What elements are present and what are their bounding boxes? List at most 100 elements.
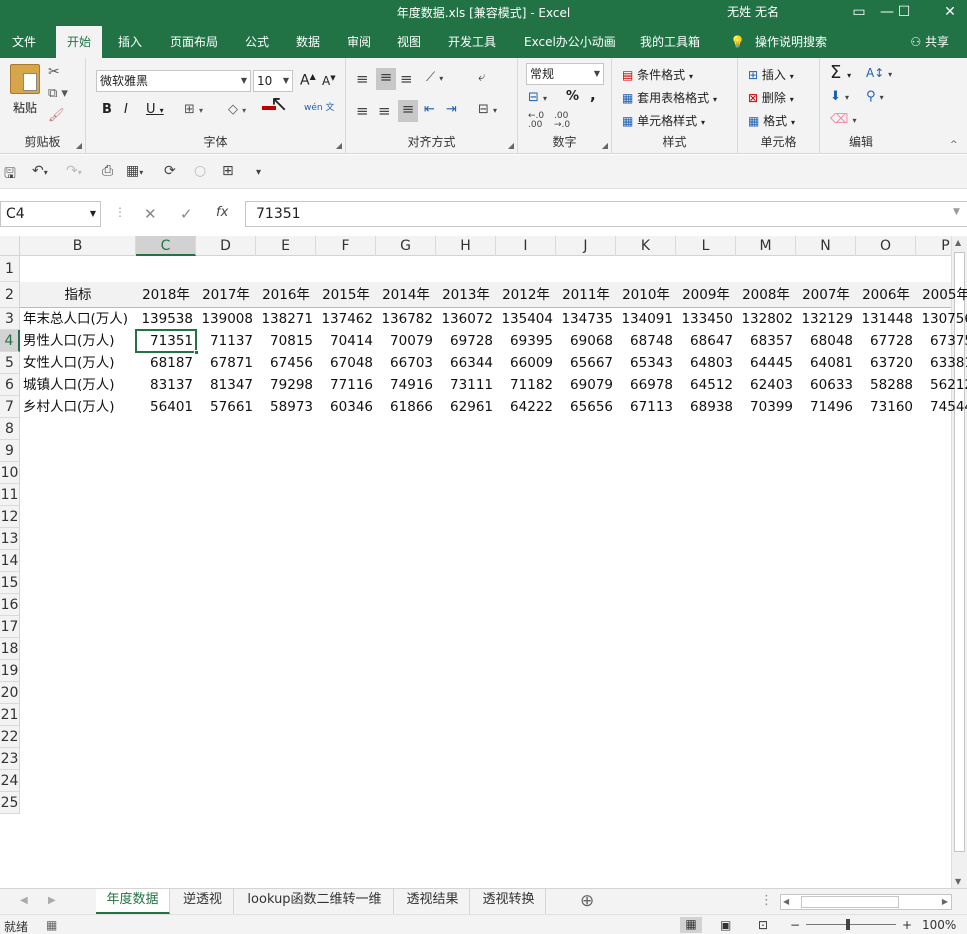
cell-value[interactable]: 67375 [916,330,967,352]
cell-value[interactable]: 74916 [376,374,436,396]
autosum-icon[interactable]: Σ ▾ [830,62,851,83]
conditional-format-button[interactable]: ▤ 条件格式 ▾ [622,66,693,83]
copy-icon[interactable]: ⧉ ▾ [48,86,68,101]
row-header-23[interactable]: 23 [0,748,20,770]
tab-2[interactable]: 插入 [118,26,142,58]
macro-record-icon[interactable]: ▦ [46,918,57,932]
column-header-H[interactable]: H [436,236,496,256]
cell-value[interactable]: 83137 [136,374,196,396]
cell-value[interactable]: 68938 [676,396,736,418]
sheet-tab-2[interactable]: lookup函数二维转一维 [236,889,394,914]
font-size-select[interactable]: 10 ▼ [253,70,293,92]
tab-3[interactable]: 页面布局 [170,26,218,58]
cell-value[interactable]: 130756 [916,308,967,330]
insert-button[interactable]: ⊞ 插入 ▾ [748,66,794,83]
align-middle-icon[interactable]: ≡ [376,68,396,90]
cell-value[interactable]: 56212 [916,374,967,396]
cell-year-header[interactable]: 2011年 [556,282,616,308]
column-header-J[interactable]: J [556,236,616,256]
find-icon[interactable]: ⚲ ▾ [866,89,884,104]
cell-value[interactable]: 70414 [316,330,376,352]
cell-value[interactable]: 64081 [796,352,856,374]
cell-value[interactable]: 67113 [616,396,676,418]
row-header-2[interactable]: 2 [0,282,20,308]
tab-11[interactable]: 操作说明搜索 [755,26,827,58]
cell-value[interactable]: 69728 [436,330,496,352]
dialog-launcher-icon[interactable]: ◢ [336,141,342,150]
cell-value[interactable]: 68187 [136,352,196,374]
row-header-17[interactable]: 17 [0,616,20,638]
cell-value[interactable]: 73111 [436,374,496,396]
column-header-I[interactable]: I [496,236,556,256]
row-header-14[interactable]: 14 [0,550,20,572]
bold-button[interactable]: B [102,102,112,117]
cell-value[interactable]: 132802 [736,308,796,330]
cell-value[interactable]: 68647 [676,330,736,352]
cell-year-header[interactable]: 2007年 [796,282,856,308]
cell-value[interactable]: 66978 [616,374,676,396]
worksheet-grid[interactable]: BCDEFGHIJKLMNOP ▲ ▼ 1 2 3 4 5 6 7 8 9 10 11 12 13 14 1… [0,236,967,888]
row-header-8[interactable]: 8 [0,418,20,440]
decrease-decimal-icon[interactable]: .00 →.0 [554,112,570,130]
pivot-icon[interactable]: ⊞ [222,163,234,179]
formula-input[interactable]: 71351 [245,201,967,227]
cell-value[interactable]: 79298 [256,374,316,396]
cell-value[interactable]: 63381 [916,352,967,374]
cell-year-header[interactable]: 2018年 [136,282,196,308]
cell-row-label[interactable]: 女性人口(万人) [20,352,136,374]
tab-8[interactable]: 开发工具 [448,26,496,58]
cell-row-label[interactable]: 城镇人口(万人) [20,374,136,396]
tab-0[interactable]: 文件 [12,26,36,58]
number-format-select[interactable]: 常规 ▼ [526,63,604,85]
cell-value[interactable]: 81347 [196,374,256,396]
align-right-icon[interactable]: ≡ [398,100,418,122]
horizontal-scrollbar[interactable]: ◀ ▶ [780,894,952,910]
cell-styles-button[interactable]: ▦ 单元格样式 ▾ [622,112,705,129]
column-header-B[interactable]: B [20,236,136,256]
cell-value[interactable]: 56401 [136,396,196,418]
cell-value[interactable]: 64803 [676,352,736,374]
cell-year-header[interactable]: 2010年 [616,282,676,308]
close-button[interactable]: ✕ [933,0,967,26]
tab-4[interactable]: 公式 [245,26,269,58]
underline-button[interactable]: U ▾ [146,102,164,117]
cell-year-header[interactable]: 2015年 [316,282,376,308]
cell-value[interactable]: 132129 [796,308,856,330]
table-tool-icon[interactable]: ▦▾ [126,163,143,179]
expand-formula-icon[interactable]: ▼ [953,207,960,217]
cell-value[interactable]: 70399 [736,396,796,418]
print-preview-icon[interactable]: ⎙ [102,163,113,179]
cell-value[interactable]: 134735 [556,308,616,330]
cell-value[interactable]: 68357 [736,330,796,352]
undo-icon[interactable]: ↶▾ [32,163,48,179]
user-name[interactable]: 无姓 无名 [727,3,779,20]
row-header-4[interactable]: 4 [0,330,20,352]
align-bottom-icon[interactable]: ≡ [400,70,413,88]
active-cell-selection[interactable] [135,329,199,355]
cell-value[interactable]: 135404 [496,308,556,330]
comma-button[interactable]: , [590,86,596,104]
decrease-indent-icon[interactable]: ⇤ [424,102,435,117]
align-center-icon[interactable]: ≡ [378,102,391,120]
row-header-6[interactable]: 6 [0,374,20,396]
circle-icon[interactable]: ○ [194,163,206,179]
cell-value[interactable]: 65656 [556,396,616,418]
customize-qat-icon[interactable]: ▾ [256,167,261,178]
cell-value[interactable]: 137462 [316,308,376,330]
cell-value[interactable]: 62403 [736,374,796,396]
increase-decimal-icon[interactable]: ←.0.00 [528,112,544,130]
cell-value[interactable]: 71182 [496,374,556,396]
row-header-20[interactable]: 20 [0,682,20,704]
row-header-25[interactable]: 25 [0,792,20,814]
collapse-ribbon-icon[interactable]: ^ [950,140,958,150]
row-header-7[interactable]: 7 [0,396,20,418]
phonetic-icon[interactable]: wén 文 [304,100,334,113]
name-box[interactable]: C4 ▼ [0,201,101,227]
row-header-15[interactable]: 15 [0,572,20,594]
prev-sheet-icon[interactable]: ◀ [20,889,28,914]
cell-indicator-header[interactable]: 指标 [20,282,136,308]
tab-10[interactable]: 我的工具箱 [640,26,700,58]
cell-value[interactable]: 134091 [616,308,676,330]
cell-value[interactable]: 64512 [676,374,736,396]
tab-7[interactable]: 视图 [397,26,421,58]
